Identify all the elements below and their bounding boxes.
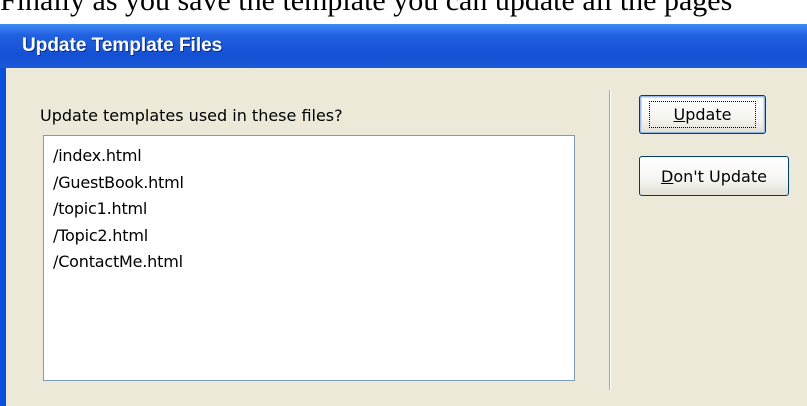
screenshot: Finally as you save the template you can… xyxy=(0,0,807,406)
dont-update-button-label: on't Update xyxy=(673,166,767,186)
list-item[interactable]: /index.html xyxy=(53,143,574,170)
list-item[interactable]: /Topic2.html xyxy=(53,223,574,250)
dont-update-button[interactable]: Don't Update xyxy=(639,156,789,196)
update-button-mnemonic: U xyxy=(673,105,686,124)
update-button[interactable]: Update xyxy=(639,95,766,134)
dialog-title: Update Template Files xyxy=(22,35,223,56)
list-item[interactable]: /GuestBook.html xyxy=(53,170,574,197)
dialog-title-bar[interactable]: Update Template Files xyxy=(0,24,807,68)
list-item[interactable]: /topic1.html xyxy=(53,196,574,223)
page-caption-text: Finally as you save the template you can… xyxy=(0,0,733,17)
update-template-files-dialog: Update Template Files Update templates u… xyxy=(0,24,807,406)
file-list[interactable]: /index.html /GuestBook.html /topic1.html… xyxy=(43,135,575,381)
update-button-label: pdate xyxy=(685,105,732,124)
dont-update-button-mnemonic: D xyxy=(661,166,674,186)
list-item[interactable]: /ContactMe.html xyxy=(53,249,574,276)
vertical-separator xyxy=(609,90,610,390)
dialog-client-area: Update templates used in these files? /i… xyxy=(6,68,807,406)
focus-rectangle: Update xyxy=(648,101,757,128)
update-prompt-label: Update templates used in these files? xyxy=(40,106,343,125)
